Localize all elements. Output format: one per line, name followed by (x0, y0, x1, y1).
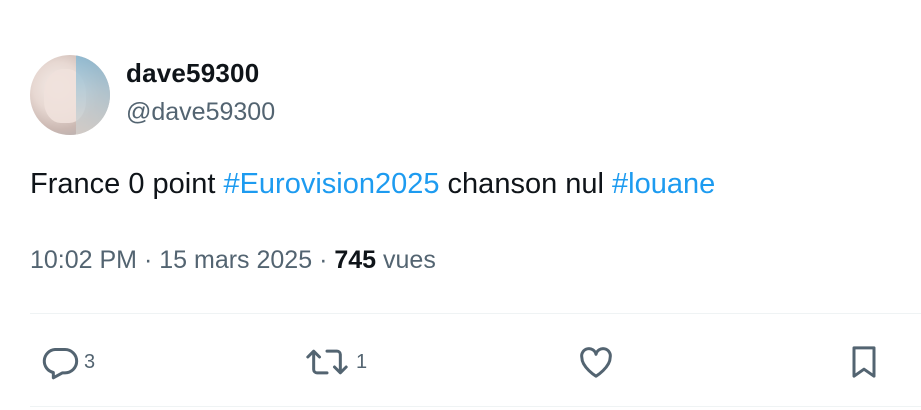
avatar[interactable] (30, 55, 110, 135)
bookmark-button[interactable] (844, 340, 884, 384)
reply-icon (40, 342, 80, 382)
tweet-time[interactable]: 10:02 PM (30, 246, 137, 274)
views-count: 745 (334, 246, 377, 274)
avatar-background (76, 55, 110, 135)
meta-separator: · (143, 246, 153, 274)
like-button[interactable] (576, 340, 616, 384)
meta-separator: · (319, 246, 328, 274)
retweet-button[interactable]: 1 (302, 340, 367, 384)
reply-button[interactable]: 3 (40, 340, 95, 384)
divider (30, 313, 921, 314)
hashtag-link-louane[interactable]: #louane (612, 168, 715, 200)
reply-count: 3 (84, 350, 96, 373)
divider (30, 406, 921, 407)
user-handle[interactable]: @dave59300 (126, 98, 275, 127)
hashtag-link-eurovision2025[interactable]: #Eurovision2025 (223, 168, 439, 200)
views-label: vues (383, 246, 436, 274)
like-icon (576, 342, 616, 382)
retweet-count: 1 (356, 350, 368, 373)
tweet-text-part: France 0 point (30, 168, 224, 200)
bookmark-icon (844, 342, 884, 382)
tweet-meta: 10:02 PM · 15 mars 2025 · 745 vues (30, 246, 436, 275)
tweet-card: dave59300 @dave59300 France 0 point #Eur… (0, 0, 921, 410)
display-name[interactable]: dave59300 (126, 58, 259, 89)
tweet-text: France 0 point #Eurovision2025 chanson n… (30, 168, 715, 201)
tweet-date[interactable]: 15 mars 2025 (159, 246, 312, 274)
retweet-icon (302, 342, 352, 382)
tweet-text-part: chanson nul (439, 168, 613, 200)
